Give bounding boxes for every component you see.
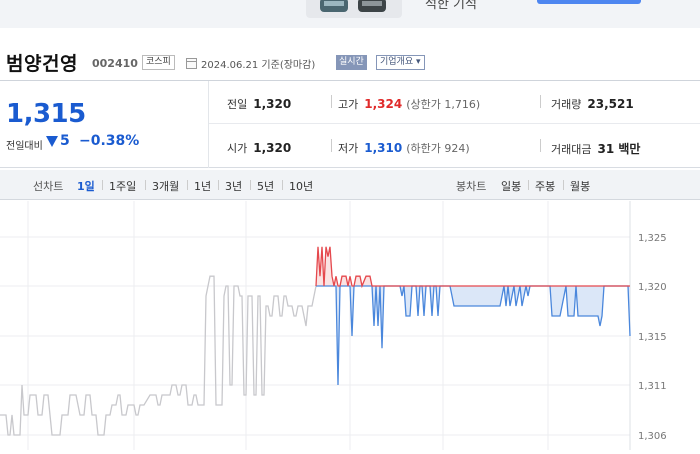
divider: [145, 180, 146, 190]
current-price: 1,315: [6, 99, 86, 129]
stat-label: 전일: [227, 98, 248, 111]
line-chart-label: 선차트: [33, 180, 64, 193]
stat-label: 시가: [227, 142, 248, 155]
stat-low: 저가 1,310 (하한가 924): [338, 140, 470, 156]
chart-tabbar: 선차트 1일 1주일 3개월 1년 3년 5년 10년 봉차트 일봉 주봉 월봉: [0, 170, 700, 200]
price-box: 1,315 전일대비 5 −0.38%: [0, 81, 208, 168]
change-label: 전일대비: [6, 141, 43, 152]
stat-open: 시가 1,320: [227, 140, 291, 156]
tab-1w[interactable]: 1주일: [109, 178, 136, 194]
y-tick-label: 1,325: [638, 233, 667, 244]
series-fill-above: [316, 246, 630, 286]
date-text: 2024.06.21 기준(장마감): [201, 60, 316, 71]
divider: [102, 180, 103, 190]
stock-code: 002410: [92, 57, 138, 70]
divider: [187, 180, 188, 190]
candle-chart-label: 봉차트: [456, 180, 487, 193]
divider: [540, 95, 541, 108]
stock-header: 범양건영 002410 코스피 2024.06.21 기준(장마감) 실시간 기…: [0, 49, 700, 79]
banner-button[interactable]: [537, 0, 641, 4]
intraday-chart[interactable]: 1,325 1,320 1,315 1,311 1,306: [0, 201, 700, 450]
quote-panel: 1,315 전일대비 5 −0.38% 전일 1,320 고가 1,324 (상한가 …: [0, 80, 700, 168]
tab-10y[interactable]: 10년: [289, 178, 313, 194]
company-info-button[interactable]: 기업개요 ▾: [376, 55, 425, 70]
divider: [331, 139, 332, 152]
tab-1d[interactable]: 1일: [77, 178, 95, 194]
stat-value: 1,310: [364, 141, 403, 155]
tab-3m[interactable]: 3개월: [152, 178, 179, 194]
stats-row: 시가 1,320 저가 1,310 (하한가 924) 거래대금 31 백만: [209, 125, 700, 168]
stat-label: 고가: [338, 98, 359, 111]
realtime-button[interactable]: 실시간: [336, 55, 367, 70]
change-percent: −0.38%: [79, 133, 140, 149]
tab-weekly[interactable]: 주봉: [535, 178, 555, 194]
stat-high: 고가 1,324 (상한가 1,716): [338, 96, 480, 112]
car-image-icon: [320, 0, 386, 12]
y-tick-label: 1,315: [638, 332, 667, 343]
stat-label: 거래량: [551, 98, 582, 111]
tab-monthly[interactable]: 월봉: [570, 178, 590, 194]
stat-value: 1,320: [253, 97, 292, 111]
stat-value: 1,324: [364, 97, 403, 111]
y-tick-label: 1,311: [638, 381, 667, 392]
tab-3y[interactable]: 3년: [225, 178, 242, 194]
divider: [540, 139, 541, 152]
stat-value: 23,521: [587, 97, 634, 111]
stats-row: 전일 1,320 고가 1,324 (상한가 1,716) 거래량 23,521: [209, 81, 700, 124]
tab-1y[interactable]: 1년: [194, 178, 211, 194]
divider: [250, 180, 251, 190]
stat-value: 31 백만: [597, 142, 641, 156]
chart-svg: 1,325 1,320 1,315 1,311 1,306: [0, 201, 667, 450]
divider: [528, 180, 529, 190]
market-badge: 코스피: [142, 55, 175, 70]
car-thumbnail-1[interactable]: [306, 0, 402, 18]
ad-banner[interactable]: 석한 기석: [0, 0, 700, 28]
down-arrow-icon: [46, 136, 58, 147]
series-line-up: [315, 246, 630, 289]
stats-grid: 전일 1,320 고가 1,324 (상한가 1,716) 거래량 23,521 시가 1…: [208, 81, 700, 168]
series-line-previous: [0, 275, 317, 436]
tab-daily[interactable]: 일봉: [501, 178, 521, 194]
calendar-icon: [186, 58, 197, 69]
divider: [331, 95, 332, 108]
stat-label: 저가: [338, 142, 359, 155]
stat-prev-close: 전일 1,320: [227, 96, 291, 112]
divider: [218, 180, 219, 190]
stat-value: 1,320: [253, 141, 292, 155]
divider: [282, 180, 283, 190]
stock-name: 범양건영: [6, 53, 78, 75]
y-tick-label: 1,306: [638, 431, 667, 442]
stat-amount: 거래대금 31 백만: [551, 140, 640, 157]
stat-label: 거래대금: [551, 143, 592, 156]
divider: [563, 180, 564, 190]
stat-sub: (상한가 1,716): [406, 98, 481, 111]
stat-volume: 거래량 23,521: [551, 96, 634, 112]
change-amount: 5: [60, 133, 70, 149]
stat-sub: (하한가 924): [406, 142, 470, 155]
y-tick-label: 1,320: [638, 282, 667, 293]
banner-text: 석한 기석: [425, 0, 477, 12]
tab-5y[interactable]: 5년: [257, 178, 274, 194]
